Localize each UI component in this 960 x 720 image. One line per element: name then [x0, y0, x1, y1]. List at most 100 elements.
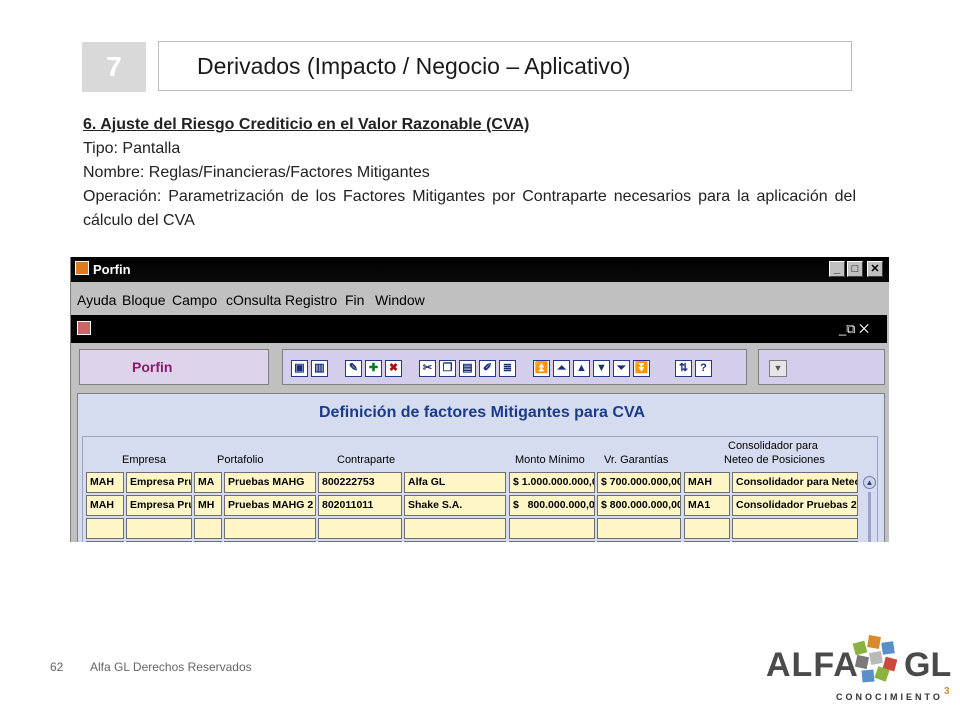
row1-contraparte-id[interactable]: 800222753 — [318, 472, 402, 493]
logo-superscript: 3 — [944, 686, 950, 697]
window-titlebar: Porfin _ □ ✕ — [71, 257, 889, 282]
row1-monto-minimo[interactable]: $ 1.000.000.000,00 — [509, 472, 595, 493]
app-window: Porfin _ □ ✕ Ayuda Bloque Campo cOnsulta… — [70, 257, 889, 542]
scroll-up-icon[interactable]: ▲ — [863, 476, 876, 489]
cube-icon — [852, 635, 898, 683]
menu-fin[interactable]: Fin — [345, 292, 364, 308]
app-label-panel: Porfin — [79, 349, 269, 385]
col-vr-garantias: Vr. Garantías — [604, 454, 669, 466]
edit-icon[interactable]: ✎ — [345, 360, 362, 377]
copyright-text: Alfa GL Derechos Reservados — [90, 660, 252, 674]
row1-contraparte-name[interactable]: Alfa GL — [404, 472, 506, 493]
close-button[interactable]: ✕ — [867, 261, 883, 277]
row2-monto-minimo[interactable]: $ 800.000.000,00 — [509, 495, 595, 516]
last-record-icon[interactable]: ⏬ — [633, 360, 650, 377]
row4-vr-garantias[interactable] — [597, 541, 681, 542]
delete-record-icon[interactable]: ✖ — [385, 360, 402, 377]
section-number: 7 — [106, 51, 122, 82]
col-monto-minimo: Monto Mínimo — [515, 454, 585, 466]
cva-form: Definición de factores Mitigantes para C… — [77, 393, 885, 542]
row4-empresa-name[interactable] — [126, 541, 192, 542]
cut-icon[interactable]: ✂ — [419, 360, 436, 377]
paste-icon[interactable]: ▤ — [459, 360, 476, 377]
row4-empresa-code[interactable] — [86, 541, 124, 542]
window-title: Porfin — [93, 262, 131, 277]
previous-record-icon[interactable]: ▲ — [573, 360, 590, 377]
help-icon[interactable]: ? — [695, 360, 712, 377]
row2-portafolio-name[interactable]: Pruebas MAHG 2 — [224, 495, 316, 516]
inner-window-bar: _⧉ ✕ — [71, 315, 887, 343]
menu-campo[interactable]: Campo — [172, 292, 217, 308]
col-portafolio: Portafolio — [217, 454, 264, 466]
row3-vr-garantias[interactable] — [597, 518, 681, 539]
row2-empresa-code[interactable]: MAH — [86, 495, 124, 516]
row3-contraparte-id[interactable] — [318, 518, 402, 539]
add-record-icon[interactable]: ✚ — [365, 360, 382, 377]
row1-consolidador-name[interactable]: Consolidador para Neteo — [732, 472, 858, 493]
row3-consolidador-name[interactable] — [732, 518, 858, 539]
row3-empresa-name[interactable] — [126, 518, 192, 539]
row2-vr-garantias[interactable]: $ 800.000.000,00 — [597, 495, 681, 516]
row4-contraparte-name[interactable] — [404, 541, 506, 542]
menu-registro[interactable]: Registro — [285, 292, 337, 308]
menu-bloque[interactable]: Bloque — [122, 292, 166, 308]
col-consolidador-line1: Consolidador para — [728, 440, 818, 452]
row2-portafolio-code[interactable]: MH — [194, 495, 222, 516]
menu-consulta[interactable]: cOnsulta — [226, 292, 281, 308]
print-icon[interactable]: ▥ — [311, 360, 328, 377]
row1-portafolio-name[interactable]: Pruebas MAHG — [224, 472, 316, 493]
row1-empresa-code[interactable]: MAH — [86, 472, 124, 493]
row1-portafolio-code[interactable]: MA — [194, 472, 222, 493]
scrollbar-track[interactable] — [868, 492, 871, 542]
row3-portafolio-name[interactable] — [224, 518, 316, 539]
col-contraparte: Contraparte — [337, 454, 396, 466]
form-title: Definición de factores Mitigantes para C… — [319, 404, 645, 421]
operacion-line: Operación: Parametrización de los Factor… — [83, 188, 856, 229]
row4-monto-minimo[interactable] — [509, 541, 595, 542]
query-icon[interactable]: ⇅ — [675, 360, 692, 377]
dropdown-panel: ▼ — [758, 349, 885, 385]
menu-ayuda[interactable]: Ayuda — [77, 292, 116, 308]
alfa-gl-logo: ALFA GL CONOCIMIENTO 3 — [766, 628, 952, 712]
page-number: 62 — [50, 660, 64, 674]
row4-portafolio-code[interactable] — [194, 541, 222, 542]
row3-portafolio-code[interactable] — [194, 518, 222, 539]
minimize-button[interactable]: _ — [829, 261, 845, 277]
previous-block-icon[interactable]: ⏶ — [553, 360, 570, 377]
chevron-down-icon[interactable]: ▼ — [769, 360, 787, 377]
list-icon[interactable]: ≣ — [499, 360, 516, 377]
toolbar: ▣ ▥ ✎ ✚ ✖ ✂ ❐ ▤ ✐ ≣ ⏫ ⏶ ▲ ▼ ⏷ ⏬ ⇅ ? — [282, 349, 747, 385]
row1-consolidador-code[interactable]: MAH — [684, 472, 730, 493]
maximize-button[interactable]: □ — [847, 261, 863, 277]
row2-contraparte-id[interactable]: 802011011 — [318, 495, 402, 516]
row4-consolidador-code[interactable] — [684, 541, 730, 542]
copy-icon[interactable]: ❐ — [439, 360, 456, 377]
logo-text-left: ALFA — [766, 646, 859, 684]
row2-empresa-name[interactable]: Empresa Pru — [126, 495, 192, 516]
row4-contraparte-id[interactable] — [318, 541, 402, 542]
save-icon[interactable]: ▣ — [291, 360, 308, 377]
first-record-icon[interactable]: ⏫ — [533, 360, 550, 377]
row2-consolidador-code[interactable]: MA1 — [684, 495, 730, 516]
row2-contraparte-name[interactable]: Shake S.A. — [404, 495, 506, 516]
col-consolidador-line2: Neteo de Posiciones — [724, 454, 825, 466]
row3-contraparte-name[interactable] — [404, 518, 506, 539]
next-block-icon[interactable]: ⏷ — [613, 360, 630, 377]
row4-portafolio-name[interactable] — [224, 541, 316, 542]
restore-icon[interactable]: _⧉ ✕ — [839, 321, 869, 337]
app-frame: Porfin ▣ ▥ ✎ ✚ ✖ ✂ ❐ ▤ ✐ ≣ ⏫ ⏶ ▲ ▼ ⏷ ⏬ ⇅… — [77, 345, 885, 542]
row1-empresa-name[interactable]: Empresa Pru — [126, 472, 192, 493]
row4-consolidador-name[interactable] — [732, 541, 858, 542]
edit-field-icon[interactable]: ✐ — [479, 360, 496, 377]
row3-consolidador-code[interactable] — [684, 518, 730, 539]
row3-empresa-code[interactable] — [86, 518, 124, 539]
row1-vr-garantias[interactable]: $ 700.000.000,00 — [597, 472, 681, 493]
row3-monto-minimo[interactable] — [509, 518, 595, 539]
row2-consolidador-name[interactable]: Consolidador Pruebas 2 — [732, 495, 858, 516]
menu-window[interactable]: Window — [375, 292, 425, 308]
logo-text-right: GL — [904, 646, 952, 684]
next-record-icon[interactable]: ▼ — [593, 360, 610, 377]
section-number-box: 7 — [82, 42, 146, 92]
logo-subtitle: CONOCIMIENTO — [836, 692, 943, 702]
slide-heading: 6. Ajuste del Riesgo Crediticio en el Va… — [83, 116, 530, 133]
